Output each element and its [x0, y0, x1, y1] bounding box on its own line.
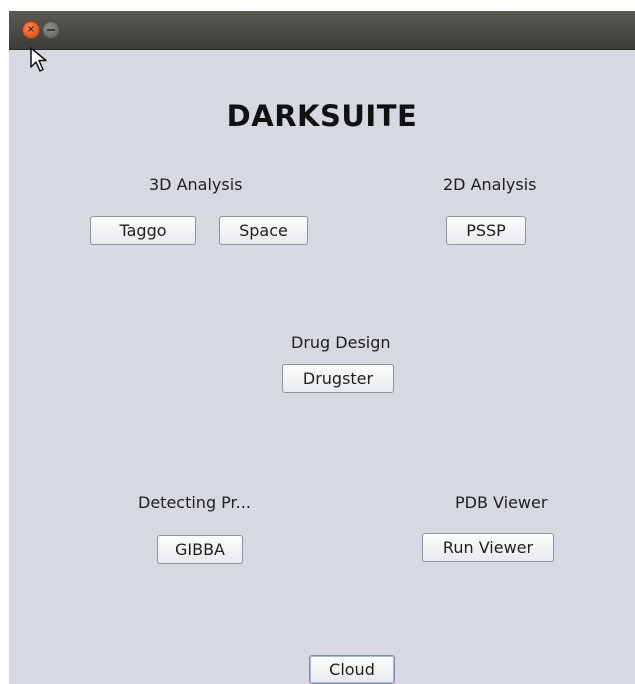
app-window: × DARKSUITE 3D Analysis Taggo Space 2D A… [9, 11, 635, 684]
title-bar[interactable]: × [9, 11, 635, 50]
label-3d-analysis: 3D Analysis [149, 175, 243, 194]
drugster-button[interactable]: Drugster [282, 364, 394, 393]
run-viewer-button[interactable]: Run Viewer [422, 533, 554, 562]
gibba-button[interactable]: GIBBA [157, 535, 243, 564]
label-detecting: Detecting Pr... [138, 493, 251, 512]
label-drug-design: Drug Design [291, 333, 391, 352]
taggo-button[interactable]: Taggo [90, 216, 196, 245]
space-button[interactable]: Space [219, 216, 308, 245]
cloud-button[interactable]: Cloud [309, 655, 395, 684]
pssp-button[interactable]: PSSP [446, 216, 526, 245]
close-icon: × [26, 24, 36, 35]
screen: × DARKSUITE 3D Analysis Taggo Space 2D A… [0, 0, 635, 684]
close-window-button[interactable]: × [22, 21, 40, 39]
label-pdb-viewer: PDB Viewer [455, 493, 548, 512]
minimize-window-button[interactable] [42, 21, 60, 39]
app-title: DARKSUITE [226, 99, 418, 133]
minimize-icon [47, 29, 55, 31]
label-2d-analysis: 2D Analysis [443, 175, 537, 194]
mouse-pointer-icon [30, 47, 47, 72]
